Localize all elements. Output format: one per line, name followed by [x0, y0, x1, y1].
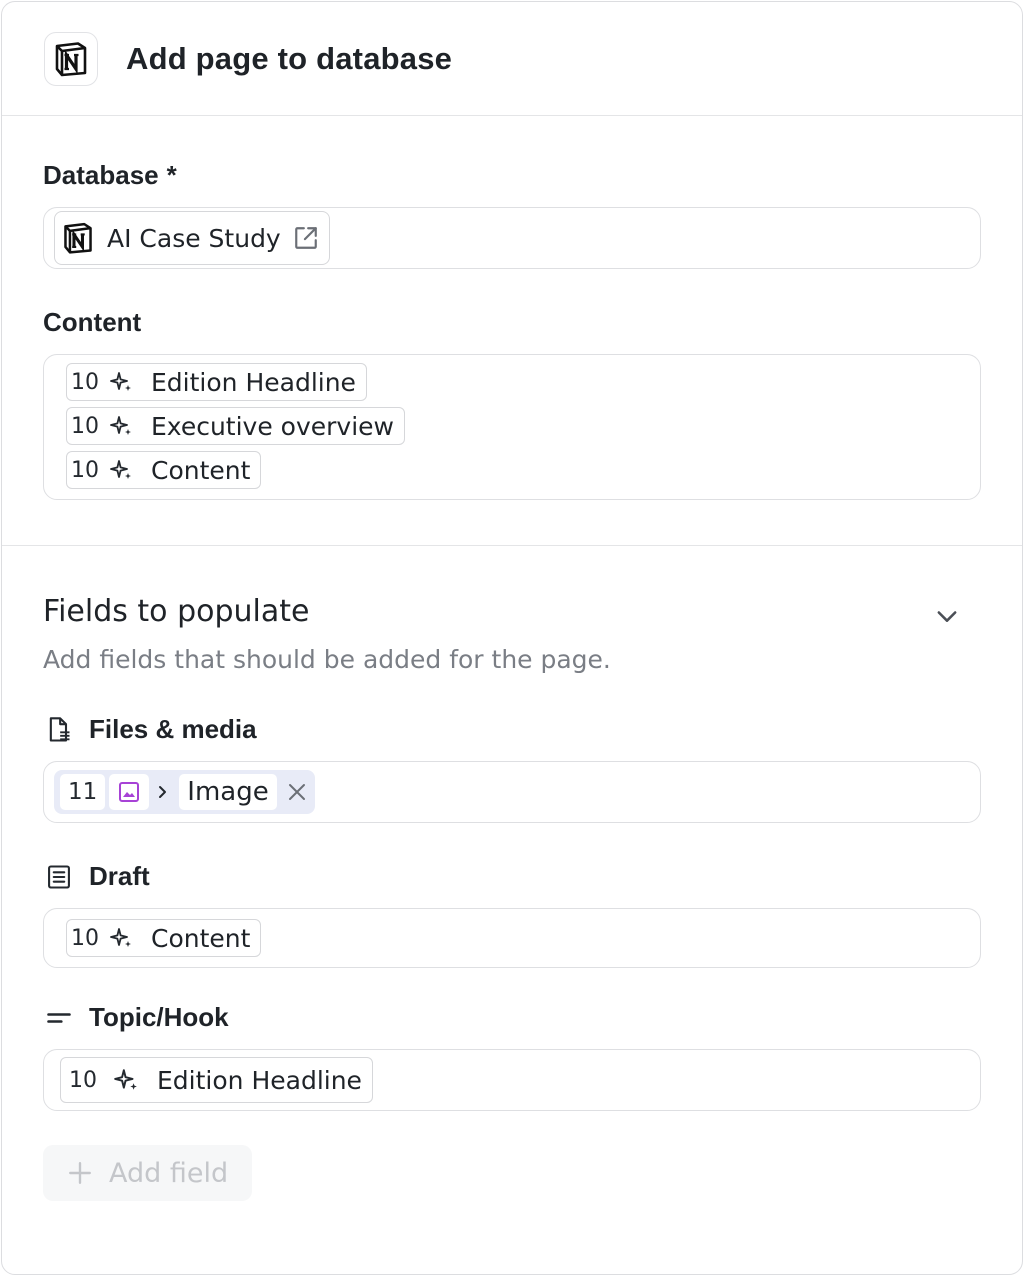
database-label-text: Database — [43, 160, 159, 190]
fields-section-header[interactable]: Fields to populate Add fields that shoul… — [43, 594, 981, 674]
image-icon — [109, 774, 150, 810]
content-chip[interactable]: 10 Content — [66, 919, 262, 957]
database-chip[interactable]: AI Case Study — [54, 211, 330, 265]
file-icon — [49, 716, 70, 742]
chip-label: Edition Headline — [157, 1065, 362, 1095]
sparkle-icon — [110, 460, 131, 479]
chip-label: Content — [151, 923, 251, 953]
fields-section: Fields to populate Add fields that shoul… — [2, 546, 1022, 1201]
chip-label: Content — [151, 455, 251, 485]
database-value: AI Case Study — [107, 223, 281, 253]
content-chip[interactable]: 10 Edition Headline — [60, 1057, 373, 1103]
content-label: Content — [43, 307, 142, 337]
required-marker: * — [166, 160, 177, 190]
database-content-section: Database * AI Case Study Content 10 Edit… — [2, 116, 1022, 546]
field-label-text: Files & media — [89, 714, 257, 744]
content-chip[interactable]: 10 Executive overview — [66, 407, 405, 445]
close-icon[interactable] — [285, 780, 309, 804]
sparkle-icon — [110, 372, 131, 391]
topic-hook-label: Topic/Hook — [43, 1002, 981, 1033]
draft-label: Draft — [43, 861, 981, 892]
step-number: 10 — [71, 457, 99, 483]
files-media-label: Files & media — [43, 714, 981, 745]
step-number: 10 — [71, 925, 99, 951]
sparkle-icon — [114, 1069, 137, 1090]
database-label: Database * — [43, 160, 981, 191]
section-title: Fields to populate — [43, 594, 310, 629]
draft-field[interactable]: 10 Content — [43, 908, 981, 968]
database-field[interactable]: AI Case Study — [43, 207, 981, 269]
sparkle-icon — [110, 416, 131, 435]
section-subtitle: Add fields that should be added for the … — [43, 645, 611, 674]
step-number: 11 — [60, 774, 106, 810]
panel-header: Add page to database — [2, 2, 1022, 116]
chevron-down-icon[interactable] — [933, 602, 961, 630]
chip-label: Edition Headline — [151, 367, 356, 397]
field-label-text: Topic/Hook — [89, 1002, 229, 1032]
content-chip[interactable]: 10 Edition Headline — [66, 363, 367, 401]
add-page-panel: Add page to database Database * AI Case … — [1, 1, 1023, 1275]
step-number: 10 — [69, 1067, 97, 1093]
field-label-text: Draft — [89, 861, 150, 891]
sparkle-icon — [110, 928, 131, 947]
document-icon — [48, 864, 70, 889]
files-media-field[interactable]: 11 Image — [43, 761, 981, 823]
topic-hook-field[interactable]: 10 Edition Headline — [43, 1049, 981, 1111]
plus-icon — [69, 1162, 91, 1184]
step-number: 10 — [71, 369, 99, 395]
notion-logo-icon — [44, 31, 98, 86]
chip-label: Image — [179, 774, 277, 810]
add-field-label: Add field — [109, 1157, 229, 1189]
external-link-icon[interactable] — [293, 225, 319, 251]
image-variable-chip[interactable]: 11 Image — [54, 770, 315, 814]
add-field-button[interactable]: Add field — [43, 1145, 253, 1201]
notion-logo-icon — [64, 222, 92, 254]
text-lines-icon — [47, 1012, 71, 1023]
chevron-right-icon — [159, 786, 167, 798]
step-number: 10 — [71, 413, 99, 439]
chip-label: Executive overview — [151, 411, 394, 441]
page-title: Add page to database — [126, 40, 453, 76]
content-chip[interactable]: 10 Content — [66, 451, 262, 489]
content-field[interactable]: 10 Edition Headline 10 Executive overvie… — [43, 354, 981, 500]
